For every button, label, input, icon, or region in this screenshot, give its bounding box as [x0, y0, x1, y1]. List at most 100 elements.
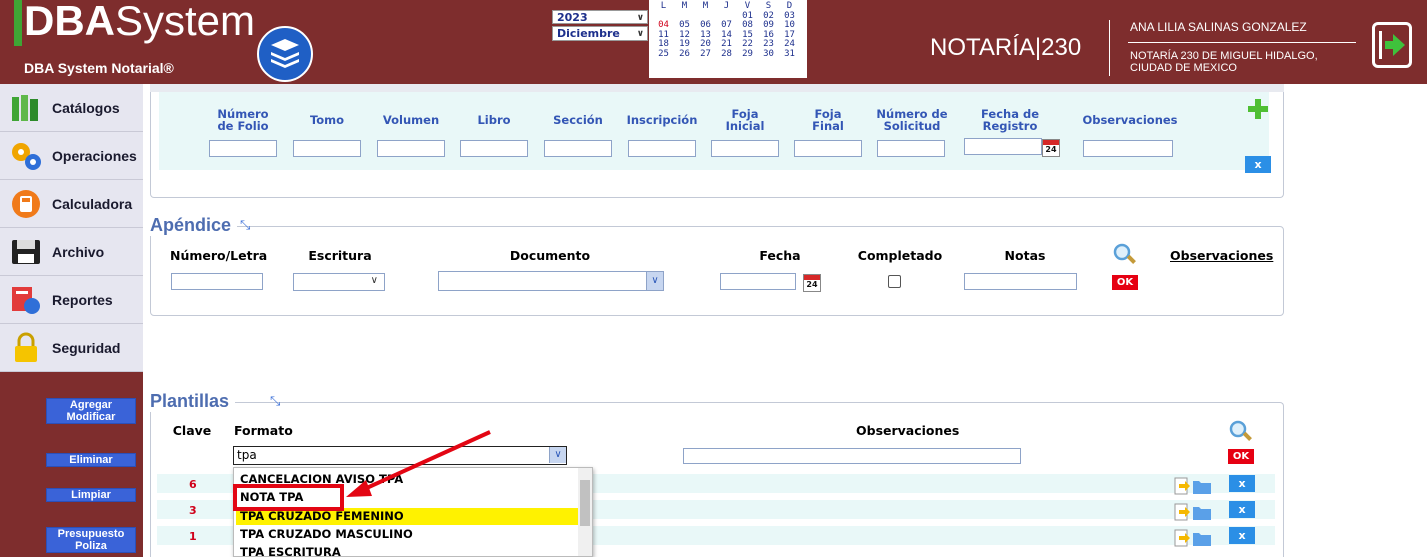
search-icon[interactable]: [1228, 419, 1254, 443]
plantilla-observaciones-input[interactable]: [683, 448, 1021, 464]
delete-button[interactable]: Eliminar: [46, 453, 136, 467]
header-line: Solicitud: [883, 119, 941, 133]
header-line: Inicial: [725, 119, 765, 133]
logout-button[interactable]: [1372, 22, 1412, 68]
header-notas: Notas: [1004, 248, 1046, 263]
brand-accent-bar: [14, 0, 22, 46]
volumen-input[interactable]: [377, 140, 445, 157]
header-foja-final: Foja Final: [795, 108, 861, 132]
sidebar-item-label: Catálogos: [52, 99, 120, 116]
budget-policy-button[interactable]: Presupuesto Poliza: [46, 527, 136, 553]
sidebar-item-label: Reportes: [52, 291, 113, 308]
folio-number-input[interactable]: [209, 140, 277, 157]
tomo-input[interactable]: [293, 140, 361, 157]
clear-button[interactable]: Limpiar: [46, 488, 136, 502]
sidebar-item-archivo[interactable]: Archivo: [0, 228, 143, 276]
catalog-books-icon: [8, 91, 44, 125]
delete-row-button[interactable]: x: [1229, 475, 1255, 492]
foja-final-input[interactable]: [794, 140, 862, 157]
plantilla-ok-button[interactable]: OK: [1228, 449, 1254, 464]
dropdown-option[interactable]: TPA CRUZADO FEMENINO: [240, 509, 404, 523]
sidebar-item-operaciones[interactable]: Operaciones: [0, 132, 143, 180]
search-icon[interactable]: [1112, 242, 1138, 266]
delete-row-button[interactable]: x: [1229, 527, 1255, 544]
folio-observaciones-input[interactable]: [1083, 140, 1173, 157]
chevron-down-icon: ∨: [636, 13, 644, 23]
app-logo: DBASystem: [24, 0, 255, 46]
row-clave: 3: [189, 504, 197, 517]
numero-letra-input[interactable]: [171, 273, 263, 290]
escritura-select[interactable]: ∨: [293, 273, 385, 291]
folio-panel-top: [150, 84, 1284, 92]
calendar-day[interactable]: 29: [737, 49, 758, 60]
dropdown-option[interactable]: TPA ESCRITURA: [240, 545, 341, 557]
sidebar-item-seguridad[interactable]: Seguridad: [0, 324, 143, 372]
header-tomo: Tomo: [309, 113, 345, 127]
calendar-day: 24: [1045, 145, 1057, 154]
header-divider: [1109, 20, 1110, 76]
calendar-day[interactable]: 31: [779, 49, 800, 60]
seccion-input[interactable]: [544, 140, 612, 157]
dropdown-scrollbar[interactable]: [578, 468, 592, 556]
calendar-day[interactable]: 25: [653, 49, 674, 60]
annotation-highlight-box: [233, 484, 344, 511]
chevron-down-icon[interactable]: ∨: [549, 447, 566, 463]
policy-label: Poliza: [75, 540, 107, 552]
calendar-weekday: M: [681, 1, 688, 11]
calendar-day[interactable]: 26: [674, 49, 695, 60]
header-observaciones: Observaciones: [856, 423, 960, 438]
collapse-arrows-icon[interactable]: ⤡: [240, 218, 250, 233]
modify-label: Modificar: [66, 411, 116, 423]
sidebar-item-catalogos[interactable]: Catálogos: [0, 84, 143, 132]
header-numero-solicitud: Número de Solicitud: [872, 108, 952, 132]
remove-row-button[interactable]: x: [1245, 156, 1271, 173]
completado-checkbox[interactable]: [888, 275, 901, 288]
calendar-icon[interactable]: 24: [1042, 139, 1060, 157]
delete-row-button[interactable]: x: [1229, 501, 1255, 518]
row-clave: 6: [189, 478, 197, 491]
apendice-panel: [150, 226, 1284, 316]
add-row-plus-icon[interactable]: [1246, 98, 1270, 120]
header-observaciones: Observaciones: [1082, 113, 1178, 127]
books-logo-icon: [257, 26, 313, 82]
header-libro: Libro: [477, 113, 511, 127]
dropdown-option[interactable]: TPA CRUZADO MASCULINO: [240, 527, 413, 541]
sidebar-item-label: Operaciones: [52, 147, 137, 164]
apendice-observaciones-link[interactable]: Observaciones: [1170, 248, 1273, 263]
libro-input[interactable]: [460, 140, 528, 157]
sidebar-item-calculadora[interactable]: Calculadora: [0, 180, 143, 228]
apendice-ok-button[interactable]: OK: [1112, 275, 1138, 290]
scrollbar-thumb[interactable]: [580, 480, 590, 526]
collapse-arrows-icon[interactable]: ⤡: [270, 394, 280, 409]
numero-solicitud-input[interactable]: [877, 140, 945, 157]
inscripcion-input[interactable]: [628, 140, 696, 157]
open-document-icon[interactable]: [1173, 526, 1213, 548]
fecha-input[interactable]: [720, 273, 796, 290]
formato-dropdown-list[interactable]: CANCELACION AVISO TPA NOTA TPA TPA CRUZA…: [233, 467, 593, 557]
exit-icon: [1379, 31, 1405, 59]
calendar-icon[interactable]: 24: [803, 274, 821, 292]
calendar-day[interactable]: 30: [758, 49, 779, 60]
calendar-day[interactable]: 27: [695, 49, 716, 60]
fecha-registro-input[interactable]: [964, 138, 1042, 155]
header-formato: Formato: [234, 423, 293, 438]
sidebar: Catálogos Operaciones Calculadora Archiv…: [0, 84, 143, 557]
calculator-icon: [8, 187, 44, 221]
header-numero-letra: Número/Letra: [170, 248, 268, 263]
header-seccion: Sección: [553, 113, 603, 127]
notas-input[interactable]: [964, 273, 1077, 290]
mini-calendar[interactable]: L M M J V S D 01 02 03 04 05 06 07 08 09 10 11 12 13 14 15 16 1…: [649, 0, 807, 78]
open-document-icon[interactable]: [1173, 474, 1213, 496]
open-document-icon[interactable]: [1173, 500, 1213, 522]
row-clave: 1: [189, 530, 197, 543]
sidebar-item-reportes[interactable]: Reportes: [0, 276, 143, 324]
calendar-day[interactable]: 28: [716, 49, 737, 60]
documento-select[interactable]: ∨: [438, 271, 664, 291]
month-select[interactable]: Diciembre ∨: [552, 26, 648, 41]
formato-combobox[interactable]: tpa ∨: [233, 446, 567, 465]
header-fecha: Fecha: [759, 248, 801, 263]
year-select[interactable]: 2023 ∨: [552, 10, 648, 24]
foja-inicial-input[interactable]: [711, 140, 779, 157]
add-modify-button[interactable]: Agregar Modificar: [46, 398, 136, 424]
plantillas-title: Plantillas: [150, 391, 236, 412]
